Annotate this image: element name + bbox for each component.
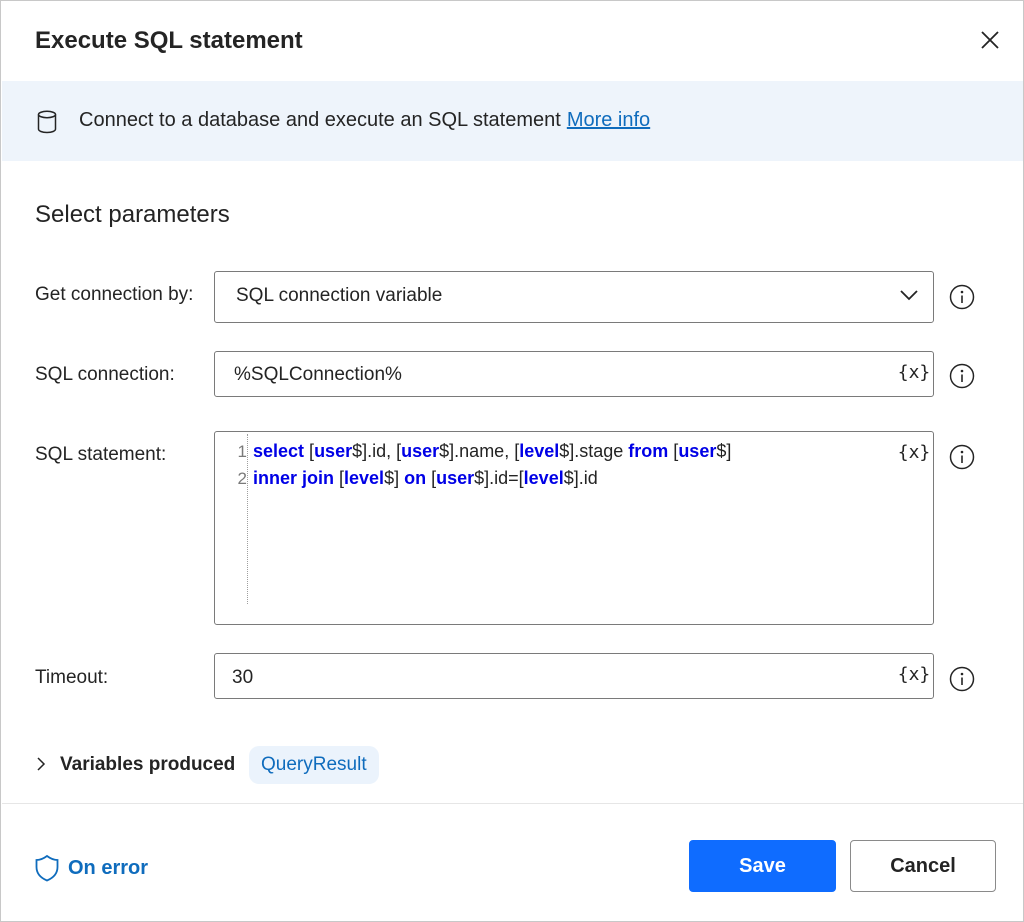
sql-keyword: user [401,441,440,461]
save-button[interactable]: Save [689,840,836,892]
sql-keyword: level [344,468,385,488]
chevron-right-icon[interactable] [35,756,47,772]
sql-connection-value: %SQLConnection% [234,364,402,385]
sql-token: $] [384,468,405,488]
sql-code: select [user$].id, [user$].name, [level$… [253,438,731,492]
sql-keyword: user [678,441,717,461]
sql-token: $].name, [ [439,441,520,461]
connection-by-dropdown[interactable]: SQL connection variable [214,271,934,323]
sql-keyword: level [519,441,560,461]
footer-divider [2,803,1023,804]
timeout-value: 30 [232,667,254,688]
on-error-label: On error [68,856,149,879]
sql-token: $].id=[ [474,468,524,488]
line-number: 2 [237,469,247,488]
sql-code-line: inner join [level$] on [user$].id=[level… [253,465,731,492]
variable-picker-button[interactable]: {x} [897,442,931,468]
database-icon [37,110,57,134]
close-icon [981,31,999,49]
timeout-input[interactable]: 30 {x} [214,653,934,699]
sql-keyword: on [404,468,427,488]
chevron-down-icon[interactable] [899,288,919,302]
execute-sql-dialog: Execute SQL statement Connect to a datab… [0,0,1024,922]
sql-keyword: inner join [253,468,334,488]
line-number: 1 [237,442,247,461]
sql-keyword: user [314,441,353,461]
banner-description: Connect to a database and execute an SQL… [79,109,561,131]
connection-by-label: Get connection by: [35,284,194,305]
shield-icon [35,854,59,882]
variable-chip[interactable]: QueryResult [249,746,379,784]
cancel-button[interactable]: Cancel [850,840,996,892]
sql-token: [ [304,441,315,461]
sql-statement-editor[interactable]: 1 2 select [user$].id, [user$].name, [le… [214,431,934,625]
sql-connection-label: SQL connection: [35,364,175,385]
sql-token: [ [426,468,437,488]
info-icon[interactable] [949,284,975,310]
section-title: Select parameters [35,201,230,228]
sql-token: [ [668,441,679,461]
timeout-label: Timeout: [35,667,109,688]
banner-text: Connect to a database and execute an SQL… [79,109,650,132]
variable-picker-button[interactable]: {x} [897,664,931,690]
line-numbers: 1 2 [229,438,247,492]
connection-by-value: SQL connection variable [236,285,443,306]
info-icon[interactable] [949,444,975,470]
sql-token: $].id [563,468,598,488]
info-banner: Connect to a database and execute an SQL… [2,81,1023,161]
sql-keyword: from [628,441,669,461]
more-info-link[interactable]: More info [567,109,650,131]
sql-keyword: select [253,441,305,461]
sql-token: [ [334,468,345,488]
sql-token: $].stage [559,441,629,461]
variable-picker-button[interactable]: {x} [897,362,931,388]
gutter-divider [247,434,248,604]
close-button[interactable] [975,25,1005,55]
sql-token: $] [716,441,732,461]
sql-token: $].id, [ [352,441,402,461]
sql-code-line: select [user$].id, [user$].name, [level$… [253,438,731,465]
sql-statement-label: SQL statement: [35,444,167,465]
sql-keyword: user [436,468,475,488]
dialog-title: Execute SQL statement [35,27,303,54]
info-icon[interactable] [949,363,975,389]
variables-produced-label[interactable]: Variables produced [60,754,235,776]
info-icon[interactable] [949,666,975,692]
sql-connection-input[interactable]: %SQLConnection% {x} [214,351,934,397]
sql-keyword: level [523,468,564,488]
on-error-button[interactable]: On error [34,853,148,883]
